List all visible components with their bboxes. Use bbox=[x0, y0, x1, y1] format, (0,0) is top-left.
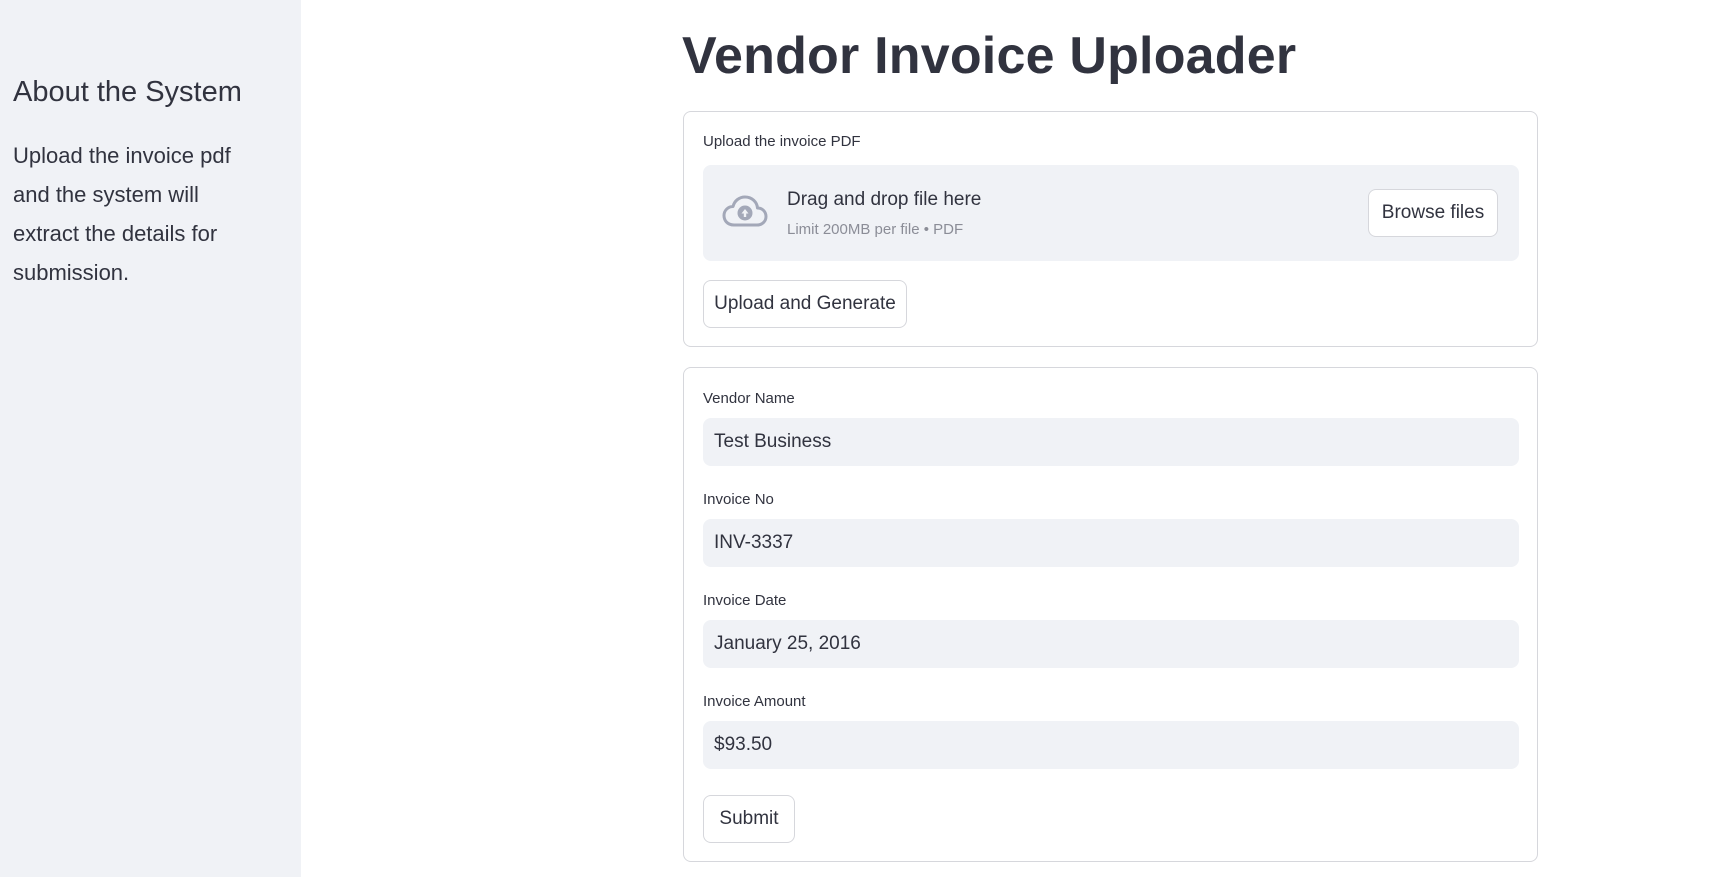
upload-and-generate-button[interactable]: Upload and Generate bbox=[703, 280, 907, 328]
sidebar-title: About the System bbox=[13, 76, 242, 108]
page-title: Vendor Invoice Uploader bbox=[682, 27, 1297, 85]
upload-form: Upload the invoice PDF Drag and drop fil… bbox=[683, 111, 1538, 347]
vendor-name-label: Vendor Name bbox=[703, 390, 795, 407]
invoice-amount-label: Invoice Amount bbox=[703, 693, 806, 710]
sidebar-description: Upload the invoice pdf and the system wi… bbox=[13, 143, 231, 285]
invoice-no-input[interactable] bbox=[703, 519, 1519, 567]
drop-instruction: Drag and drop file here bbox=[787, 189, 982, 210]
file-limit-text: Limit 200MB per file • PDF bbox=[787, 221, 964, 238]
cloud-upload-icon bbox=[722, 195, 768, 229]
file-dropzone[interactable]: Drag and drop file here Limit 200MB per … bbox=[703, 165, 1519, 261]
invoice-amount-input[interactable] bbox=[703, 721, 1519, 769]
sidebar: About the System Upload the invoice pdf … bbox=[0, 0, 301, 877]
browse-files-button[interactable]: Browse files bbox=[1368, 189, 1498, 237]
invoice-date-input[interactable] bbox=[703, 620, 1519, 668]
invoice-details-form: Vendor Name Invoice No Invoice Date Invo… bbox=[683, 367, 1538, 862]
submit-button[interactable]: Submit bbox=[703, 795, 795, 843]
invoice-date-label: Invoice Date bbox=[703, 592, 787, 609]
invoice-no-label: Invoice No bbox=[703, 491, 774, 508]
upload-label: Upload the invoice PDF bbox=[703, 133, 861, 150]
vendor-name-input[interactable] bbox=[703, 418, 1519, 466]
